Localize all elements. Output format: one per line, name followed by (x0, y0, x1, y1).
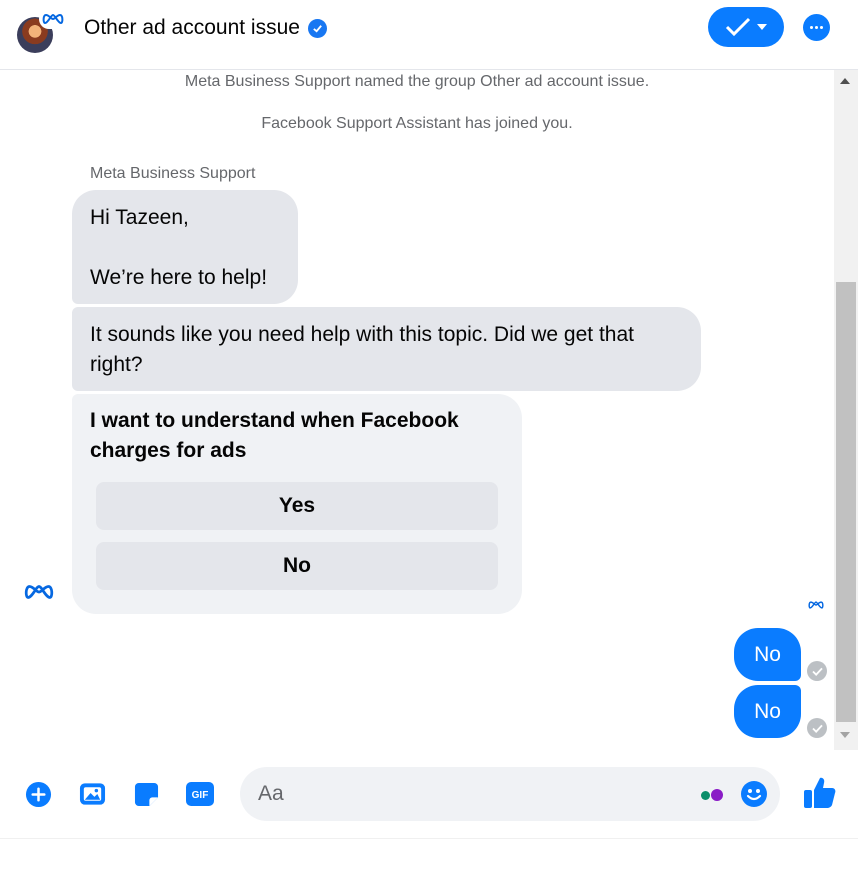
meta-sender-avatar-icon (24, 582, 54, 607)
checkmark-icon (725, 17, 751, 37)
message-line (90, 233, 280, 263)
incoming-message[interactable]: It sounds like you need help with this t… (72, 307, 701, 391)
verified-badge-icon (307, 18, 327, 38)
outgoing-message[interactable]: No (734, 628, 801, 681)
message-input-container[interactable] (240, 767, 780, 821)
sticker-icon[interactable] (132, 780, 160, 808)
system-message: Facebook Support Assistant has joined yo… (261, 115, 573, 132)
scroll-down-arrow-icon[interactable] (840, 732, 850, 738)
delivered-check-icon (807, 661, 827, 681)
quick-reply-card: I want to understand when Facebook charg… (72, 394, 522, 614)
message-thread[interactable]: Meta Business Support named the group Ot… (0, 70, 834, 750)
sender-name: Meta Business Support (90, 165, 256, 182)
system-message: Meta Business Support named the group Ot… (184, 73, 650, 90)
chat-header: Other ad account issue (0, 0, 858, 70)
incoming-message[interactable]: Hi Tazeen, We’re here to help! (72, 190, 298, 304)
theme-color-icon[interactable] (701, 789, 723, 801)
message-composer: GIF (0, 752, 858, 838)
message-line: We’re here to help! (90, 266, 268, 289)
conversation-title[interactable]: Other ad account issue (84, 14, 327, 42)
delivered-check-icon (807, 718, 827, 738)
emoji-icon[interactable] (740, 780, 768, 808)
more-options-button[interactable] (803, 14, 830, 41)
gif-label: GIF (192, 790, 209, 801)
quick-reply-no-button[interactable]: No (96, 542, 498, 590)
quick-reply-yes-button[interactable]: Yes (96, 482, 498, 530)
mark-done-button[interactable] (708, 7, 784, 47)
message-input[interactable] (258, 767, 678, 821)
scrollbar-thumb[interactable] (836, 282, 856, 722)
card-question: I want to understand when Facebook charg… (90, 409, 459, 462)
window-bottom-area (0, 838, 858, 875)
meta-read-receipt-icon (808, 597, 824, 615)
conversation-title-text: Other ad account issue (84, 16, 300, 39)
chevron-down-icon (757, 24, 767, 30)
scroll-up-arrow-icon[interactable] (840, 78, 850, 84)
like-icon[interactable] (804, 776, 836, 810)
gif-icon[interactable]: GIF (186, 780, 214, 808)
meta-logo-icon (39, 9, 67, 29)
message-line: Hi Tazeen, (90, 206, 189, 229)
group-avatar[interactable] (17, 9, 67, 55)
outgoing-message[interactable]: No (734, 685, 801, 738)
add-icon[interactable] (24, 780, 52, 808)
more-options-icon (810, 26, 813, 29)
photo-icon[interactable] (78, 780, 106, 808)
